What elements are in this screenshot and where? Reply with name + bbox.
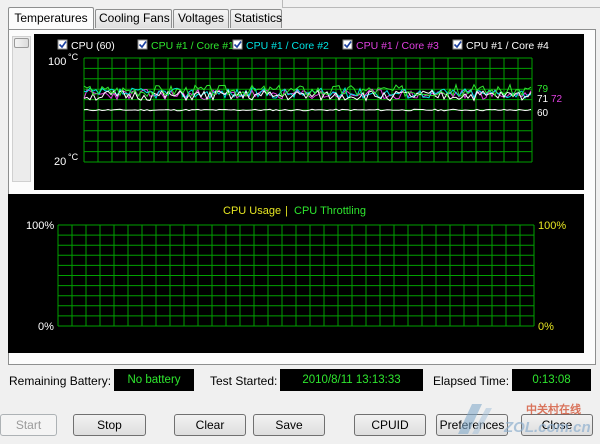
cpu-throttling-title: CPU Throttling [294, 205, 366, 217]
clear-button[interactable]: Clear [174, 414, 246, 436]
save-button[interactable]: Save [253, 414, 325, 436]
elapsed-time-value: 0:13:08 [512, 369, 591, 391]
window-top-edge [282, 0, 600, 8]
left-top-label: 100% [26, 220, 54, 232]
right-top-label: 100% [538, 220, 566, 232]
legend-item-1[interactable]: CPU (60) [57, 39, 115, 52]
legend-item-3[interactable]: CPU #1 / Core #2 [232, 39, 329, 52]
start-button[interactable]: Start [0, 414, 57, 436]
tab-cooling-fans[interactable]: Cooling Fans [95, 9, 172, 28]
tab-voltages[interactable]: Voltages [173, 9, 229, 28]
left-bottom-label: 0% [38, 321, 54, 333]
legend-scrollbar[interactable] [12, 36, 31, 182]
temperature-legend: CPU (60) CPU #1 / Core #1 CPU #1 / Core #2… [57, 39, 549, 52]
battery-label: Remaining Battery: [9, 374, 112, 388]
title-separator: | [285, 205, 288, 217]
legend-item-5[interactable]: CPU #1 / Core #4 [452, 39, 549, 52]
cpu-usage-title: CPU Usage [223, 205, 281, 217]
end-label-cpu: 60 [537, 108, 549, 119]
cpu-usage-grid [57, 224, 535, 327]
close-button[interactable]: Close [521, 414, 593, 436]
test-started-value: 2010/8/11 13:13:33 [280, 369, 423, 391]
temperature-graph: CPU (60) CPU #1 / Core #1 CPU #1 / Core #2… [34, 34, 584, 190]
legend-label: CPU (60) [71, 40, 115, 52]
cpu-usage-graph: CPU Usage | CPU Throttling 100% 0% 100% … [8, 194, 584, 353]
end-label-core4: 71 [537, 94, 549, 105]
tab-statistics[interactable]: Statistics [230, 9, 282, 28]
y-bottom-unit: °C [68, 152, 79, 162]
y-top-unit: °C [68, 52, 79, 62]
legend-label: CPU #1 / Core #3 [356, 40, 439, 52]
cpuid-button[interactable]: CPUID [354, 414, 426, 436]
cpu-usage-graph-canvas: CPU Usage | CPU Throttling 100% 0% 100% … [26, 205, 566, 333]
stop-button[interactable]: Stop [73, 414, 146, 436]
temperature-graph-canvas: CPU (60) CPU #1 / Core #1 CPU #1 / Core #2… [48, 39, 563, 168]
test-started-label: Test Started: [210, 374, 278, 388]
legend-item-2[interactable]: CPU #1 / Core #1 [137, 39, 234, 52]
legend-label: CPU #1 / Core #4 [466, 40, 549, 52]
end-label-core3: 72 [551, 94, 563, 105]
y-top-label: 100 [48, 56, 66, 68]
legend-label: CPU #1 / Core #1 [151, 40, 234, 52]
elapsed-time-label: Elapsed Time: [433, 374, 510, 388]
legend-label: CPU #1 / Core #2 [246, 40, 329, 52]
scrollbar-thumb[interactable] [14, 38, 29, 48]
legend-item-4[interactable]: CPU #1 / Core #3 [342, 39, 439, 52]
tab-temperatures[interactable]: Temperatures [8, 7, 94, 29]
y-bottom-label: 20 [54, 156, 66, 168]
right-bottom-label: 0% [538, 321, 554, 333]
battery-value: No battery [114, 369, 194, 391]
preferences-button[interactable]: Preferences [436, 414, 508, 436]
